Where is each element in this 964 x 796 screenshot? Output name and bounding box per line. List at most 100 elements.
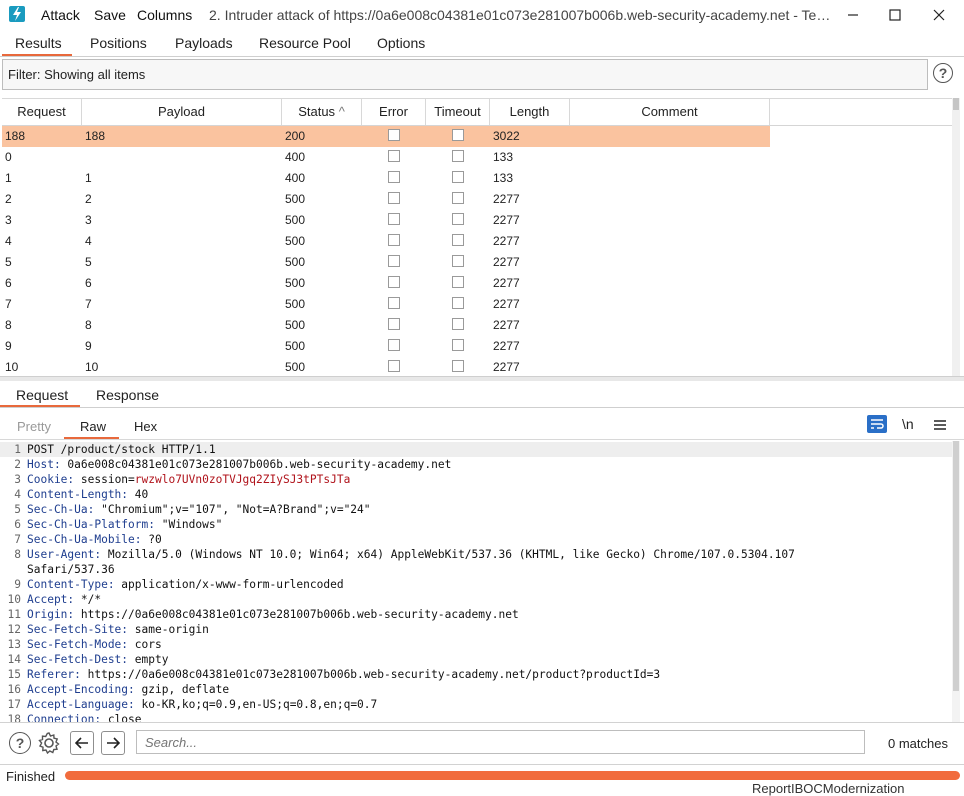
table-row[interactable]: 8 8 500 2277 xyxy=(2,315,952,336)
line-content: Safari/537.36 xyxy=(27,562,115,577)
previous-match-button[interactable] xyxy=(70,731,94,755)
timeout-checkbox xyxy=(452,171,464,183)
match-count: 0 matches xyxy=(888,736,948,751)
background-window-text: ReportIBOCModernization xyxy=(752,781,905,796)
menu-icon[interactable] xyxy=(933,418,947,434)
tab-pretty[interactable]: Pretty xyxy=(17,419,51,434)
search-help-icon[interactable]: ? xyxy=(9,732,31,754)
header-name: Accept-Language: xyxy=(27,698,135,711)
filter-bar[interactable]: Filter: Showing all items xyxy=(2,59,928,90)
cell-payload: 4 xyxy=(85,234,92,248)
cell-length: 2277 xyxy=(493,234,520,248)
column-header-length[interactable]: Length xyxy=(490,99,570,125)
cell-status: 400 xyxy=(285,171,306,185)
cell-status: 500 xyxy=(285,192,306,206)
table-row[interactable]: 5 5 500 2277 xyxy=(2,252,952,273)
search-input[interactable] xyxy=(136,730,865,754)
table-row[interactable]: 188 188 200 3022 xyxy=(2,126,770,147)
column-header-request[interactable]: Request xyxy=(2,99,82,125)
cell-status: 500 xyxy=(285,213,306,227)
column-header-error[interactable]: Error xyxy=(362,99,426,125)
results-table: Request Payload Status ^ Error Timeout L… xyxy=(2,98,952,377)
column-header-status[interactable]: Status ^ xyxy=(282,99,362,125)
header-name: Cookie: xyxy=(27,473,75,486)
cell-status: 500 xyxy=(285,255,306,269)
line-number: 11 xyxy=(7,608,21,621)
table-row[interactable]: 4 4 500 2277 xyxy=(2,231,952,252)
header-value: https://0a6e008c04381e01c073e281007b006b… xyxy=(74,608,519,621)
cell-length: 2277 xyxy=(493,255,520,269)
timeout-checkbox xyxy=(452,192,464,204)
editor-line: 6 Sec-Ch-Ua-Platform: "Windows" xyxy=(0,517,952,532)
error-checkbox xyxy=(388,339,400,351)
cell-length: 2277 xyxy=(493,360,520,374)
column-header-payload[interactable]: Payload xyxy=(82,99,282,125)
table-row[interactable]: 0 400 133 xyxy=(2,147,952,168)
tab-raw[interactable]: Raw xyxy=(80,419,106,434)
cell-length: 133 xyxy=(493,171,514,185)
cookie-value: rwzwlo7UVn0zoTVJgq2ZIySJ3tPTsJTa xyxy=(134,473,351,486)
tab-hex[interactable]: Hex xyxy=(134,419,157,434)
header-value: close xyxy=(101,713,142,722)
help-icon[interactable]: ? xyxy=(933,63,953,83)
tab-results[interactable]: Results xyxy=(15,35,62,51)
header-value: same-origin xyxy=(128,623,209,636)
table-row[interactable]: 1 1 400 133 xyxy=(2,168,952,189)
table-scrollbar-thumb[interactable] xyxy=(953,98,959,110)
cell-status: 500 xyxy=(285,276,306,290)
maximize-button[interactable] xyxy=(882,3,908,27)
line-number: 7 xyxy=(14,533,21,546)
close-button[interactable] xyxy=(926,3,952,27)
editor-line: 15 Referer: https://0a6e008c04381e01c073e… xyxy=(0,667,952,682)
menu-save[interactable]: Save xyxy=(94,7,126,23)
header-value: Safari/537.36 xyxy=(27,563,115,576)
timeout-checkbox xyxy=(452,213,464,225)
attack-tabs: Results Positions Payloads Resource Pool… xyxy=(0,30,964,57)
line-number: 4 xyxy=(14,488,21,501)
table-row[interactable]: 6 6 500 2277 xyxy=(2,273,952,294)
column-header-comment[interactable]: Comment xyxy=(570,99,770,125)
header-value: session= xyxy=(74,473,135,486)
error-checkbox xyxy=(388,150,400,162)
timeout-checkbox xyxy=(452,234,464,246)
line-number: 10 xyxy=(7,593,21,606)
header-value: ?0 xyxy=(141,533,162,546)
tab-options[interactable]: Options xyxy=(377,35,425,51)
tab-request[interactable]: Request xyxy=(16,387,68,403)
line-content: Origin: https://0a6e008c04381e01c073e281… xyxy=(27,607,519,622)
line-content: User-Agent: Mozilla/5.0 (Windows NT 10.0… xyxy=(27,547,795,562)
cell-status: 500 xyxy=(285,234,306,248)
menu-attack[interactable]: Attack xyxy=(41,7,80,23)
editor-line: 4 Content-Length: 40 xyxy=(0,487,952,502)
editor-line: 12 Sec-Fetch-Site: same-origin xyxy=(0,622,952,637)
next-match-button[interactable] xyxy=(101,731,125,755)
table-row[interactable]: 9 9 500 2277 xyxy=(2,336,952,357)
tab-response[interactable]: Response xyxy=(96,387,159,403)
cell-request: 8 xyxy=(5,318,12,332)
editor-scrollbar-thumb[interactable] xyxy=(953,441,959,691)
tab-resource-pool[interactable]: Resource Pool xyxy=(259,35,351,51)
table-scrollbar[interactable] xyxy=(952,98,960,376)
tab-payloads[interactable]: Payloads xyxy=(175,35,233,51)
column-header-timeout[interactable]: Timeout xyxy=(426,99,490,125)
show-newlines-icon[interactable]: \n xyxy=(902,416,914,432)
header-name: Sec-Fetch-Site: xyxy=(27,623,129,636)
header-name: Host: xyxy=(27,458,61,471)
table-row[interactable]: 3 3 500 2277 xyxy=(2,210,952,231)
table-row[interactable]: 7 7 500 2277 xyxy=(2,294,952,315)
table-row[interactable]: 2 2 500 2277 xyxy=(2,189,952,210)
cell-payload: 2 xyxy=(85,192,92,206)
header-value: 0a6e008c04381e01c073e281007b006b.web-sec… xyxy=(60,458,452,471)
line-number: 16 xyxy=(7,683,21,696)
line-number: 9 xyxy=(14,578,21,591)
cell-payload: 9 xyxy=(85,339,92,353)
minimize-button[interactable] xyxy=(840,3,866,27)
request-editor[interactable]: 1 POST /product/stock HTTP/1.1 2 Host: 0a6e… xyxy=(0,441,952,722)
settings-gear-icon[interactable] xyxy=(37,731,61,758)
menu-columns[interactable]: Columns xyxy=(137,7,192,23)
cell-status: 500 xyxy=(285,318,306,332)
header-name: Referer: xyxy=(27,668,81,681)
tab-positions[interactable]: Positions xyxy=(90,35,147,51)
table-row[interactable]: 10 10 500 2277 xyxy=(2,357,952,377)
word-wrap-icon[interactable] xyxy=(867,415,887,433)
